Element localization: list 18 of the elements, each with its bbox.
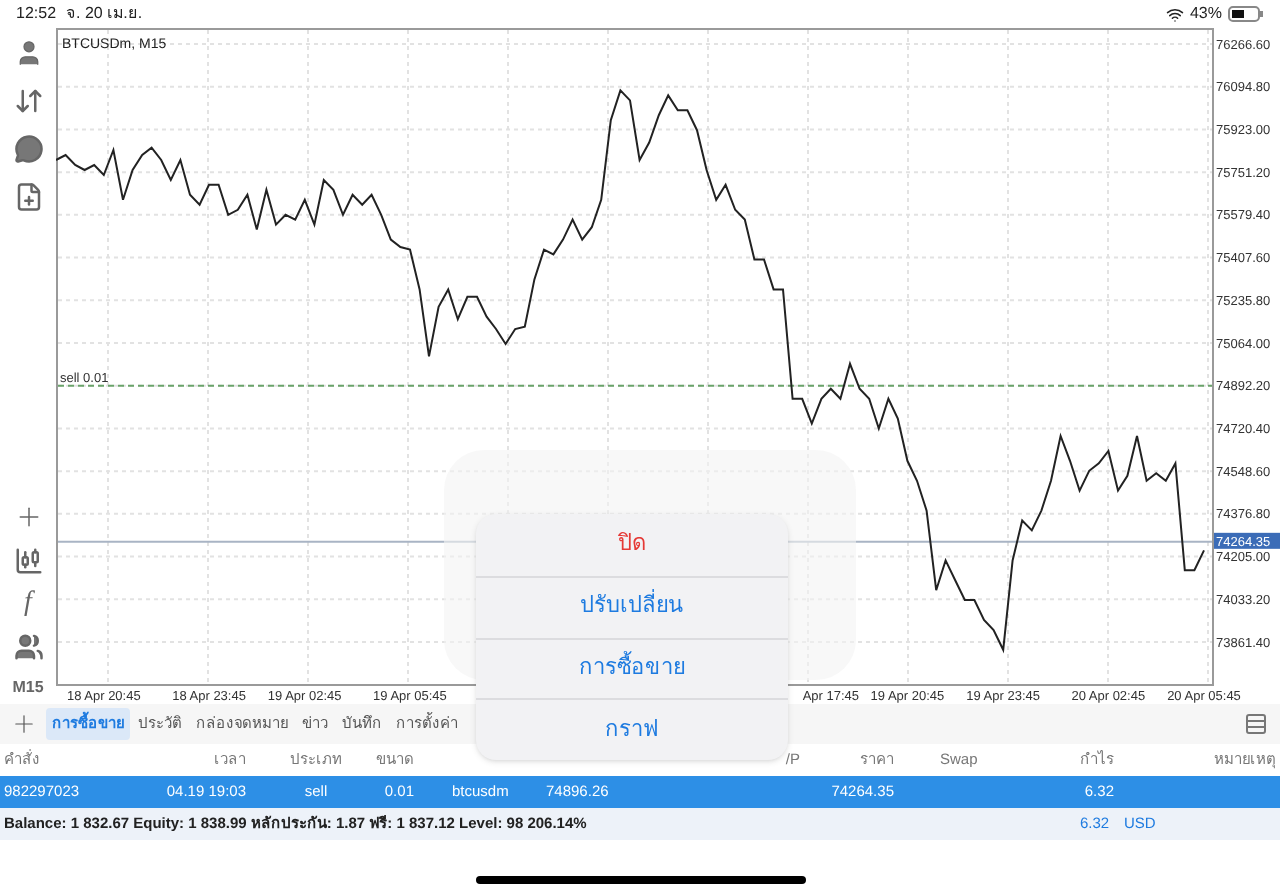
battery-level: 43%	[1189, 2, 1222, 26]
action-item[interactable]: กราฟ	[476, 698, 788, 760]
candlestick-icon[interactable]	[13, 546, 43, 576]
date: จ. 20 เม.ย.	[66, 2, 143, 26]
new-order-icon[interactable]	[13, 182, 43, 212]
action-item[interactable]: การซื้อขาย	[476, 637, 788, 699]
clock: 12:52	[16, 2, 57, 26]
wifi-icon	[1165, 5, 1184, 23]
chat-icon[interactable]	[13, 134, 43, 164]
layout-icon[interactable]	[1244, 712, 1268, 736]
indicator-button[interactable]: f	[24, 590, 32, 618]
action-item[interactable]: ปรับเปลี่ยน	[476, 575, 788, 637]
timeframe-button[interactable]: M15	[12, 676, 44, 700]
transfer-icon[interactable]	[13, 86, 43, 116]
objects-icon[interactable]	[13, 632, 43, 662]
action-item[interactable]: ปิด	[476, 514, 788, 576]
add-icon[interactable]	[10, 710, 38, 738]
battery-icon	[1228, 6, 1264, 22]
